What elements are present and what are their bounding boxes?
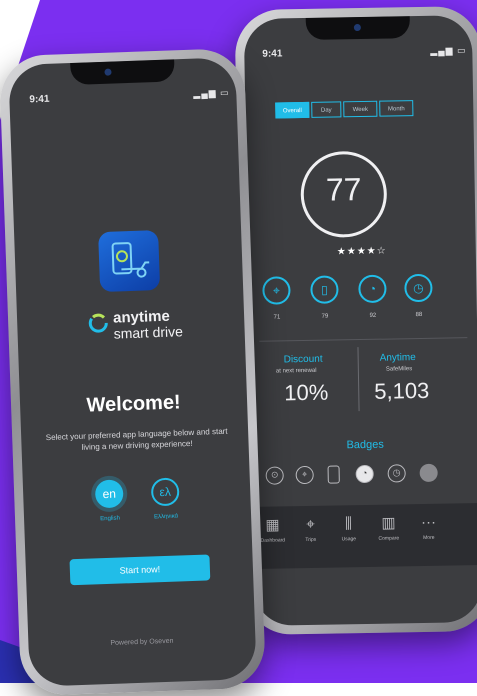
more-icon: ··· <box>420 513 437 532</box>
metric-value-speed: 92 <box>369 312 377 319</box>
dashboard-screen: 9:41 ▂▄▆ ▭ Overall Day Week Month 77 ★★★… <box>243 15 477 626</box>
tab-day[interactable]: Day <box>311 101 342 118</box>
driving-score: 77 <box>325 171 362 208</box>
safemiles-value: 5,103 <box>374 377 430 404</box>
phone-notch <box>70 59 175 85</box>
language-greek-label: Ελληνικά <box>153 513 179 521</box>
safemiles-title: Anytime <box>379 352 416 364</box>
discount-subtitle: at next renewal <box>275 367 317 375</box>
speed-icon[interactable]: ◔ <box>355 464 374 484</box>
nav-trips[interactable]: ⌖ Trips <box>290 516 330 544</box>
clock-icon[interactable] <box>419 463 438 483</box>
language-greek-button[interactable]: ελ <box>150 477 180 507</box>
nav-label: Trips <box>305 536 317 544</box>
welcome-description: Select your preferred app language below… <box>45 426 228 452</box>
tab-week[interactable]: Week <box>343 100 378 118</box>
nav-label: Usage <box>341 536 357 543</box>
welcome-screen: 9:41 ▂▄▆ ▭ anytime smart drive Welcome! … <box>8 57 257 687</box>
divider <box>259 337 468 342</box>
start-now-button[interactable]: Start now! <box>69 554 211 586</box>
dashboard-phone: 9:41 ▂▄▆ ▭ Overall Day Week Month 77 ★★★… <box>234 5 477 636</box>
camera-icon <box>353 23 361 32</box>
nav-compare[interactable]: ▥ Compare <box>368 514 408 542</box>
nav-usage[interactable]: ⫼ Usage <box>328 515 368 543</box>
steering-wheel-icon[interactable]: ⊙ <box>265 466 284 485</box>
gauge-icon[interactable]: ◷ <box>404 273 433 303</box>
metric-value-gauge: 88 <box>415 311 423 319</box>
badges-title: Badges <box>346 438 384 452</box>
welcome-phone: 9:41 ▂▄▆ ▭ anytime smart drive Welcome! … <box>0 47 267 696</box>
speed-icon[interactable]: ◔ <box>358 274 387 304</box>
divider <box>357 347 360 412</box>
metric-value-phone: 79 <box>321 313 329 320</box>
nav-label: More <box>423 534 435 541</box>
bar-chart-icon: ▥ <box>381 514 396 532</box>
app-logo-icon <box>98 230 161 293</box>
road-icon: ⫼ <box>344 515 353 533</box>
location-pin-icon[interactable]: ⌖ <box>295 465 314 485</box>
tab-overall[interactable]: Overall <box>275 101 310 119</box>
discount-title: Discount <box>283 353 323 366</box>
location-pin-icon[interactable]: ⌖ <box>262 276 291 305</box>
phone-icon[interactable] <box>327 465 340 484</box>
language-english-label: English <box>100 515 121 523</box>
page-title: Welcome! <box>86 391 182 417</box>
nav-label: Compare <box>378 535 400 542</box>
star-rating: ★★★★☆ <box>336 245 387 258</box>
phone-icon[interactable]: ▯ <box>310 275 339 304</box>
gauge-icon[interactable]: ◷ <box>387 464 406 483</box>
status-time: 9:41 <box>29 93 50 106</box>
status-time: 9:41 <box>262 48 283 60</box>
location-pin-icon: ⌖ <box>306 515 315 534</box>
signal-battery-icon: ▂▄▆ ▭ <box>193 87 230 99</box>
powered-by-footer: Powered by Oseven <box>110 637 174 647</box>
tab-month[interactable]: Month <box>379 100 414 117</box>
language-english-button[interactable]: en <box>94 479 124 509</box>
brand-ring-icon <box>88 313 108 333</box>
brand-tagline: smart drive <box>113 323 184 342</box>
discount-value: 10% <box>284 379 329 406</box>
signal-battery-icon: ▂▄▆ ▭ <box>430 45 467 56</box>
safemiles-subtitle: SafeMiles <box>385 366 413 373</box>
nav-more[interactable]: ··· More <box>408 514 448 542</box>
metric-value-pin: 71 <box>273 314 281 321</box>
